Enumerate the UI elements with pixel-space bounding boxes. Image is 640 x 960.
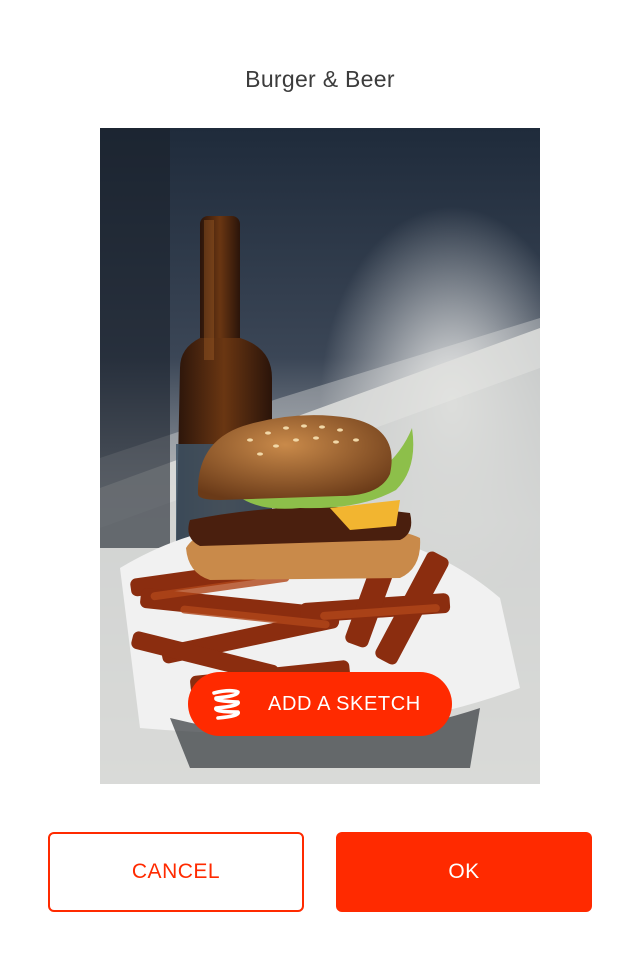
photo-preview-screen: Burger & Beer ADD A SKETCH CANCEL OK bbox=[0, 0, 640, 960]
sketch-squiggle-icon bbox=[210, 687, 244, 721]
add-sketch-label: ADD A SKETCH bbox=[268, 692, 421, 715]
page-title: Burger & Beer bbox=[245, 66, 395, 92]
ok-button[interactable]: OK bbox=[336, 832, 592, 912]
add-sketch-button[interactable]: ADD A SKETCH bbox=[188, 672, 452, 736]
cancel-button[interactable]: CANCEL bbox=[48, 832, 304, 912]
